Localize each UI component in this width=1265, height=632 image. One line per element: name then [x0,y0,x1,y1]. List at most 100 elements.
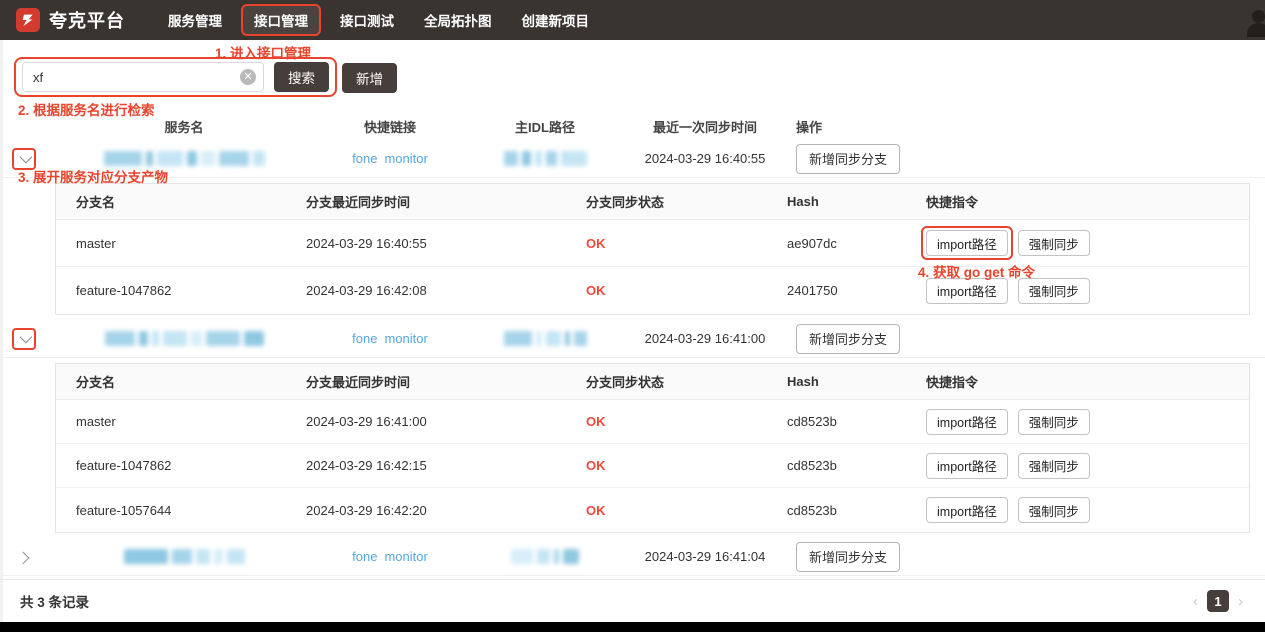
add-button[interactable]: 新增 [342,63,397,93]
status-badge: OK [586,503,606,518]
import-path-annotation-box: import路径 [921,226,1013,260]
service-name-redacted [124,549,245,564]
import-path-button[interactable]: import路径 [926,409,1008,435]
header-operations: 操作 [796,117,1265,136]
last-sync-time: 2024-03-29 16:41:04 [630,549,780,564]
header-branch-status: 分支同步状态 [586,372,771,391]
branch-name: feature-1057644 [56,503,306,518]
nav-menu: 服务管理 接口管理 接口测试 全局拓扑图 创建新项目 [153,4,604,36]
branch-panel: 分支名 分支最近同步时间 分支同步状态 Hash 快捷指令 master 202… [55,183,1250,315]
branch-sync-time: 2024-03-29 16:40:55 [306,236,586,251]
branch-table-header: 分支名 分支最近同步时间 分支同步状态 Hash 快捷指令 [56,364,1249,400]
branch-hash: cd8523b [771,414,926,429]
service-row: fone monitor 2024-03-29 16:41:00 新增同步分支 [0,320,1265,358]
header-branch-sync-time: 分支最近同步时间 [306,192,586,211]
total-records: 共 3 条记录 [20,591,89,611]
branch-name: master [56,414,306,429]
brand-logo-icon [16,8,40,32]
search-button[interactable]: 搜索 [274,62,329,92]
force-sync-button[interactable]: 强制同步 [1018,230,1090,256]
service-name-redacted [104,151,265,166]
import-path-button[interactable]: import路径 [926,230,1008,256]
branch-row: feature-1047862 2024-03-29 16:42:15 OK c… [56,444,1249,488]
branch-name: master [56,236,306,251]
branch-row: master 2024-03-29 16:40:55 OK ae907dc im… [56,220,1249,267]
branch-row: feature-1047862 2024-03-29 16:42:08 OK 2… [56,267,1249,314]
header-quick-commands: 快捷指令 [926,372,1249,391]
service-row: fone monitor 2024-03-29 16:41:04 新增同步分支 [0,538,1265,576]
branch-row: feature-1057644 2024-03-29 16:42:20 OK c… [56,488,1249,532]
header-quick-links: 快捷链接 [364,117,416,136]
monitor-link[interactable]: monitor [384,549,427,564]
brand-title: 夸克平台 [49,7,125,33]
bottom-black-bar [0,622,1265,632]
branch-panel: 分支名 分支最近同步时间 分支同步状态 Hash 快捷指令 master 202… [55,363,1250,533]
table-footer: 共 3 条记录 ‹ 1 › [0,579,1265,622]
header-branch-name: 分支名 [56,372,306,391]
force-sync-button[interactable]: 强制同步 [1018,497,1090,523]
header-last-sync: 最近一次同步时间 [630,117,780,136]
monitor-link[interactable]: monitor [384,151,427,166]
expand-chevron-icon[interactable] [12,546,36,568]
force-sync-button[interactable]: 强制同步 [1018,278,1090,304]
branch-hash: cd8523b [771,503,926,518]
header-branch-name: 分支名 [56,192,306,211]
search-input[interactable] [22,62,264,92]
import-path-button[interactable]: import路径 [926,278,1008,304]
branch-hash: ae907dc [771,236,926,251]
branch-sync-time: 2024-03-29 16:42:15 [306,458,586,473]
monitor-link[interactable]: monitor [384,331,427,346]
next-page-icon[interactable]: › [1238,594,1243,609]
header-service-name: 服务名 [164,117,203,136]
branch-name: feature-1047862 [56,283,306,298]
annotation-step3: 3. 展开服务对应分支产物 [18,166,168,186]
import-path-button[interactable]: import路径 [926,497,1008,523]
branch-sync-time: 2024-03-29 16:42:08 [306,283,586,298]
add-sync-branch-button[interactable]: 新增同步分支 [796,542,900,572]
branch-table-header: 分支名 分支最近同步时间 分支同步状态 Hash 快捷指令 [56,184,1249,220]
collapse-chevron-icon[interactable] [12,328,36,350]
brand: 夸克平台 [16,7,125,33]
force-sync-button[interactable]: 强制同步 [1018,409,1090,435]
force-sync-button[interactable]: 强制同步 [1018,453,1090,479]
nav-item-interface-test[interactable]: 接口测试 [325,4,409,36]
add-sync-branch-button[interactable]: 新增同步分支 [796,144,900,174]
idl-path-redacted [504,151,587,166]
search-annotation-box: ✕ 搜索 [14,57,337,97]
fone-link[interactable]: fone [352,151,377,166]
add-sync-branch-button[interactable]: 新增同步分支 [796,324,900,354]
header-hash: Hash [771,374,926,389]
pagination: ‹ 1 › [1193,590,1243,612]
nav-item-interface-management[interactable]: 接口管理 [241,4,321,36]
last-sync-time: 2024-03-29 16:41:00 [630,331,780,346]
status-badge: OK [586,236,606,251]
branch-name: feature-1047862 [56,458,306,473]
service-table-header: 服务名 快捷链接 主IDL路径 最近一次同步时间 操作 [0,112,1265,140]
clear-search-icon[interactable]: ✕ [240,69,256,85]
user-avatar-icon[interactable] [1243,8,1265,38]
service-name-redacted [105,331,264,346]
service-table: 服务名 快捷链接 主IDL路径 最近一次同步时间 操作 fone monitor… [0,112,1265,576]
status-badge: OK [586,414,606,429]
branch-sync-time: 2024-03-29 16:42:20 [306,503,586,518]
import-path-button[interactable]: import路径 [926,453,1008,479]
branch-hash: cd8523b [771,458,926,473]
nav-item-create-project[interactable]: 创建新项目 [507,4,605,36]
annotation-step4: 4. 获取 go get 命令 [918,261,1035,281]
header-quick-commands: 快捷指令 [926,192,1249,211]
service-row: fone monitor 2024-03-29 16:40:55 新增同步分支 [0,140,1265,178]
idl-path-redacted [504,331,587,346]
prev-page-icon[interactable]: ‹ [1193,594,1198,609]
status-badge: OK [586,283,606,298]
header-hash: Hash [771,194,926,209]
last-sync-time: 2024-03-29 16:40:55 [630,151,780,166]
branch-row: master 2024-03-29 16:41:00 OK cd8523b im… [56,400,1249,444]
nav-item-global-topology[interactable]: 全局拓扑图 [409,4,507,36]
header-branch-sync-time: 分支最近同步时间 [306,372,586,391]
fone-link[interactable]: fone [352,549,377,564]
fone-link[interactable]: fone [352,331,377,346]
nav-item-service-management[interactable]: 服务管理 [153,4,237,36]
page-number[interactable]: 1 [1207,590,1229,612]
branch-hash: 2401750 [771,283,926,298]
idl-path-redacted [511,549,579,564]
